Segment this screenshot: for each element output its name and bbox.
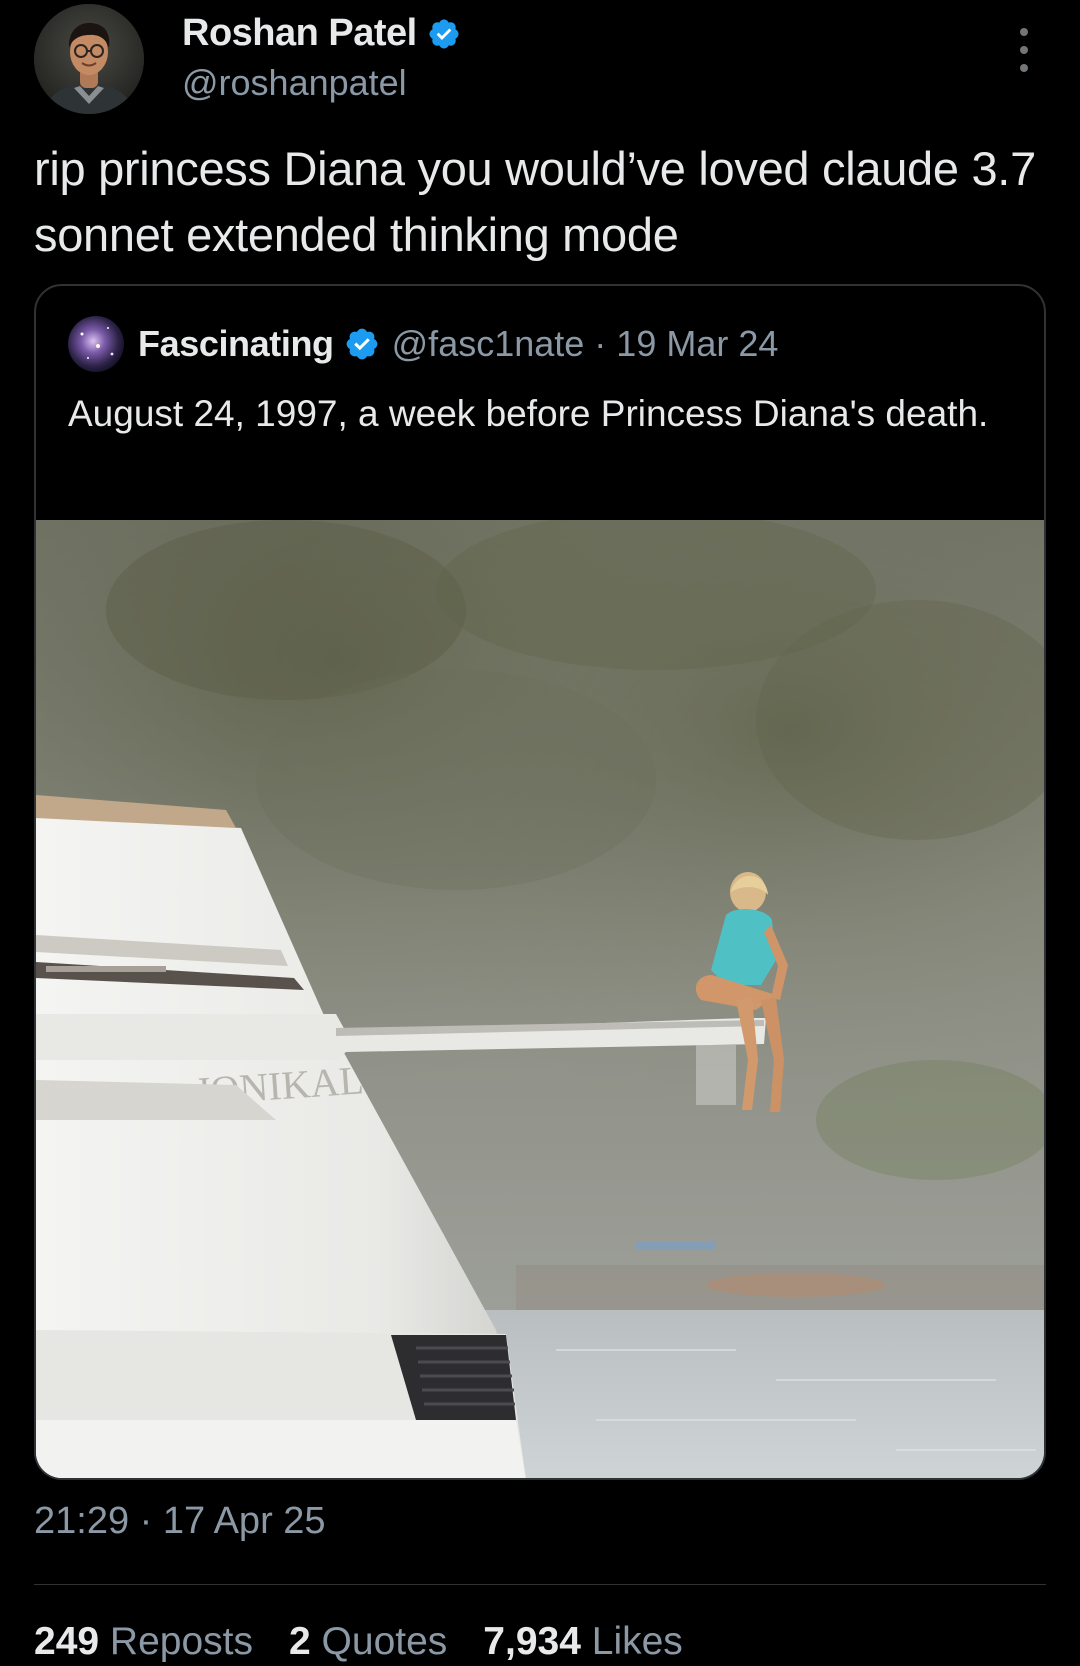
quoted-text: August 24, 1997, a week before Princess …: [68, 393, 989, 434]
author-name-row[interactable]: Roshan Patel: [182, 12, 461, 55]
quoted-photo[interactable]: JONIKAL: [36, 520, 1044, 1478]
engagement-stats: 249 Reposts 2 Quotes 7,934 Likes: [34, 1620, 683, 1664]
author-avatar[interactable]: [34, 4, 144, 114]
divider: [34, 1584, 1046, 1585]
quoted-avatar-image: [68, 316, 124, 372]
author-name[interactable]: Roshan Patel: [182, 12, 417, 55]
quoted-separator: ·: [594, 323, 607, 364]
quoted-avatar[interactable]: [68, 316, 124, 372]
reposts-stat[interactable]: 249 Reposts: [34, 1620, 253, 1664]
quotes-count: 2: [289, 1620, 311, 1663]
author-handle[interactable]: @roshanpatel: [182, 62, 407, 104]
quoted-tweet-card[interactable]: Fascinating @fasc1nate · 19 Mar 24 Augus…: [34, 284, 1046, 1480]
more-dot: [1020, 28, 1028, 36]
tweet-timestamp[interactable]: 21:29 · 17 Apr 25: [34, 1500, 326, 1543]
tweet-text: rip princess Diana you would’ve loved cl…: [34, 142, 1036, 261]
reposts-count: 249: [34, 1620, 100, 1663]
quoted-header: Fascinating @fasc1nate · 19 Mar 24: [138, 318, 778, 370]
verified-badge-icon: [429, 18, 459, 49]
author-avatar-image: [34, 4, 144, 114]
quotes-label: Quotes: [321, 1620, 448, 1663]
likes-label: Likes: [591, 1620, 683, 1663]
more-options-icon[interactable]: [1010, 28, 1038, 72]
verified-badge-icon: [346, 328, 378, 360]
likes-count: 7,934: [483, 1620, 581, 1663]
quoted-date[interactable]: 19 Mar 24: [616, 318, 778, 370]
more-dot: [1020, 64, 1028, 72]
quoted-handle[interactable]: @fasc1nate: [392, 318, 585, 370]
likes-stat[interactable]: 7,934 Likes: [483, 1620, 683, 1664]
quoted-name[interactable]: Fascinating: [138, 318, 334, 370]
more-dot: [1020, 46, 1028, 54]
reposts-label: Reposts: [109, 1620, 253, 1663]
quoted-photo-image: JONIKAL: [36, 520, 1044, 1478]
quotes-stat[interactable]: 2 Quotes: [289, 1620, 447, 1664]
